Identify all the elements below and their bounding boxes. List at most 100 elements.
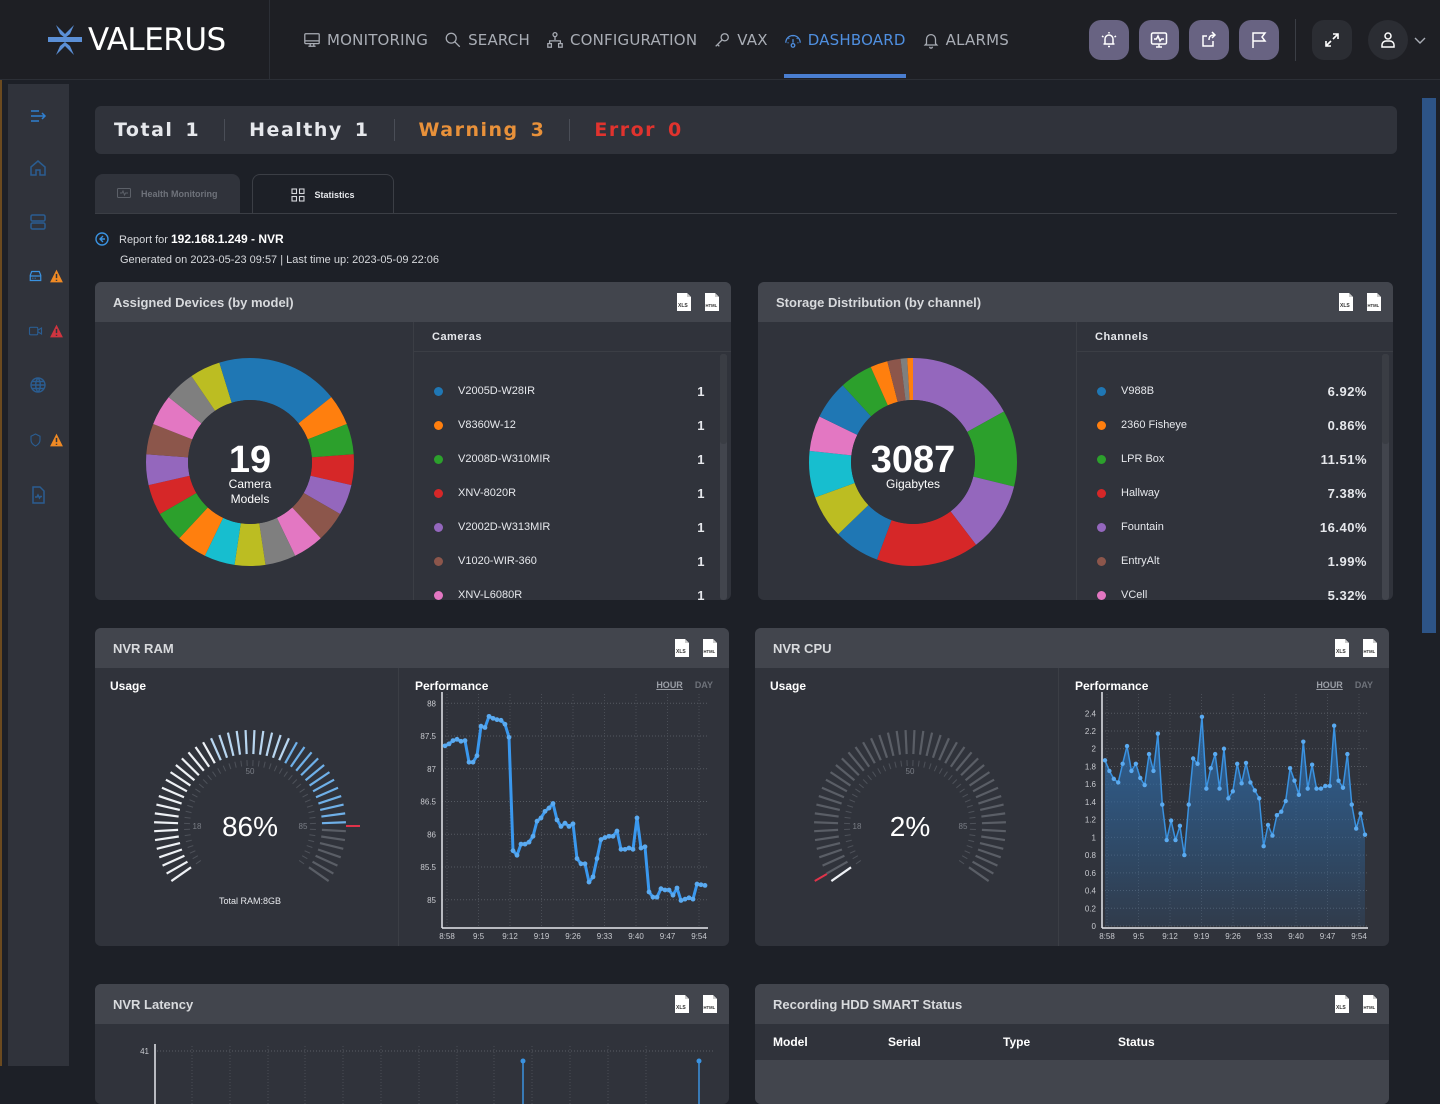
legend-item[interactable]: V2005D-W28IR1 — [414, 374, 715, 408]
status-warning[interactable]: Warning3 — [419, 119, 546, 141]
status-error[interactable]: Error0 — [594, 119, 682, 141]
status-total[interactable]: Total1 — [114, 119, 200, 141]
legend-scrollbar[interactable] — [1382, 354, 1389, 600]
legend-item-name: V1020-WIR-360 — [458, 555, 537, 567]
hour-toggle[interactable]: HOUR — [656, 680, 683, 690]
back-arrow-icon[interactable] — [95, 232, 109, 246]
gauge-tick — [159, 796, 182, 803]
column-header-status[interactable]: Status — [1100, 1035, 1215, 1049]
html-export-icon[interactable]: HTML — [701, 994, 719, 1014]
tab-health-monitoring[interactable]: Health Monitoring — [95, 174, 240, 214]
data-point — [499, 718, 504, 723]
left-edge-strip — [0, 80, 8, 1066]
xls-export-icon[interactable]: XLS — [673, 638, 691, 658]
legend-item[interactable]: LPR Box11.51% — [1077, 442, 1377, 476]
html-export-icon[interactable]: HTML — [703, 292, 721, 312]
gauge-scale-mid: 50 — [906, 767, 915, 776]
user-menu-button[interactable] — [1368, 20, 1408, 60]
sidebar-item-cameras[interactable] — [28, 319, 64, 343]
sidebar-item-network[interactable] — [28, 373, 64, 397]
performance-label: Performance — [415, 679, 488, 693]
toolbar-buttons — [1089, 0, 1440, 80]
legend-scrollbar-thumb[interactable] — [1382, 354, 1389, 444]
hour-toggle[interactable]: HOUR — [1316, 680, 1343, 690]
flag-button[interactable] — [1239, 20, 1279, 60]
legend-item[interactable]: Hallway7.38% — [1077, 476, 1377, 510]
legend-item[interactable]: XNV-8020R1 — [414, 476, 715, 510]
x-tick-label: 9:19 — [1194, 932, 1210, 941]
legend-item[interactable]: V8360W-121 — [414, 408, 715, 442]
day-toggle[interactable]: DAY — [695, 680, 713, 690]
data-point — [551, 801, 556, 806]
html-export-icon[interactable]: HTML — [1365, 292, 1383, 312]
nav-alarms[interactable]: ALARMS — [922, 0, 1009, 80]
health-monitor-button[interactable] — [1139, 20, 1179, 60]
gauge-minor-tick — [924, 762, 925, 768]
area-fill — [1105, 717, 1365, 926]
sidebar-item-servers[interactable] — [28, 210, 64, 234]
data-point — [655, 895, 660, 900]
valerus-logo[interactable]: VALERUS — [48, 22, 226, 58]
nav-configuration[interactable]: CONFIGURATION — [546, 0, 697, 80]
gauge-tick — [322, 830, 346, 831]
legend-item[interactable]: V2008D-W310MIR1 — [414, 442, 715, 476]
column-header-model[interactable]: Model — [755, 1035, 870, 1049]
gauge-minor-tick — [196, 860, 201, 863]
xls-export-icon[interactable]: XLS — [673, 994, 691, 1014]
html-export-icon[interactable]: HTML — [1361, 638, 1379, 658]
html-export-icon[interactable]: HTML — [701, 638, 719, 658]
legend-item[interactable]: XNV-L6080R1 — [414, 578, 715, 600]
sidebar-item-collapse[interactable] — [28, 104, 64, 128]
panel-title: Storage Distribution (by channel) — [776, 295, 981, 310]
page-scrollbar[interactable] — [1422, 98, 1436, 633]
data-point — [1138, 776, 1142, 780]
series-line — [445, 716, 705, 900]
nav-dashboard[interactable]: DASHBOARD — [784, 0, 906, 80]
xls-export-icon[interactable]: XLS — [1337, 292, 1355, 312]
legend-item[interactable]: V1020-WIR-3601 — [414, 544, 715, 578]
sidebar-item-recorder[interactable] — [28, 264, 64, 288]
html-export-icon[interactable]: HTML — [1361, 994, 1379, 1014]
fullscreen-button[interactable] — [1312, 20, 1352, 60]
gauge-minor-tick — [193, 856, 198, 859]
legend-item[interactable]: VCell5.32% — [1077, 578, 1377, 600]
column-header-serial[interactable]: Serial — [870, 1035, 985, 1049]
legend-scrollbar-thumb[interactable] — [720, 354, 727, 444]
data-point — [631, 847, 636, 852]
sidebar-item-home[interactable] — [28, 156, 64, 180]
xls-export-icon[interactable]: XLS — [675, 292, 693, 312]
sidebar-item-reports[interactable] — [28, 483, 64, 507]
legend-item[interactable]: V988B6.92% — [1077, 374, 1377, 408]
xls-export-icon[interactable]: XLS — [1333, 994, 1351, 1014]
legend-color-dot — [434, 455, 443, 464]
tab-statistics[interactable]: Statistics — [252, 174, 394, 214]
nav-vax[interactable]: VAX — [713, 0, 767, 80]
nav-search[interactable]: SEARCH — [444, 0, 530, 80]
export-button[interactable] — [1189, 20, 1229, 60]
legend-item-name: LPR Box — [1121, 453, 1164, 465]
sidebar-item-security[interactable] — [28, 428, 64, 452]
legend-item-value: 1 — [697, 418, 705, 433]
gauge-minor-tick — [186, 811, 192, 812]
data-point — [1292, 778, 1296, 782]
legend-item[interactable]: 2360 Fisheye0.86% — [1077, 408, 1377, 442]
legend-scrollbar[interactable] — [720, 354, 727, 600]
xls-export-icon[interactable]: XLS — [1333, 638, 1351, 658]
nav-monitoring[interactable]: MONITORING — [303, 0, 428, 80]
user-menu-chevron[interactable] — [1408, 33, 1432, 47]
legend-item[interactable]: Fountain16.40% — [1077, 510, 1377, 544]
alarm-button[interactable] — [1089, 20, 1129, 60]
data-point — [1270, 833, 1274, 837]
data-point — [1147, 752, 1151, 756]
legend-color-dot — [1097, 455, 1106, 464]
column-header-type[interactable]: Type — [985, 1035, 1100, 1049]
legend-item[interactable]: EntryAlt1.99% — [1077, 544, 1377, 578]
assigned-devices-panel: Assigned Devices (by model) XLS HTML 19C… — [95, 282, 731, 600]
legend-item[interactable]: V2002D-W313MIR1 — [414, 510, 715, 544]
status-healthy[interactable]: Healthy1 — [249, 119, 369, 141]
gauge-minor-tick — [185, 835, 191, 836]
day-toggle[interactable]: DAY — [1355, 680, 1373, 690]
devices-donut-svg: 19CameraModels — [95, 322, 413, 600]
nav-dashboard-label: DASHBOARD — [808, 31, 906, 49]
storage-donut-svg: 3087Gigabytes — [758, 322, 1076, 600]
